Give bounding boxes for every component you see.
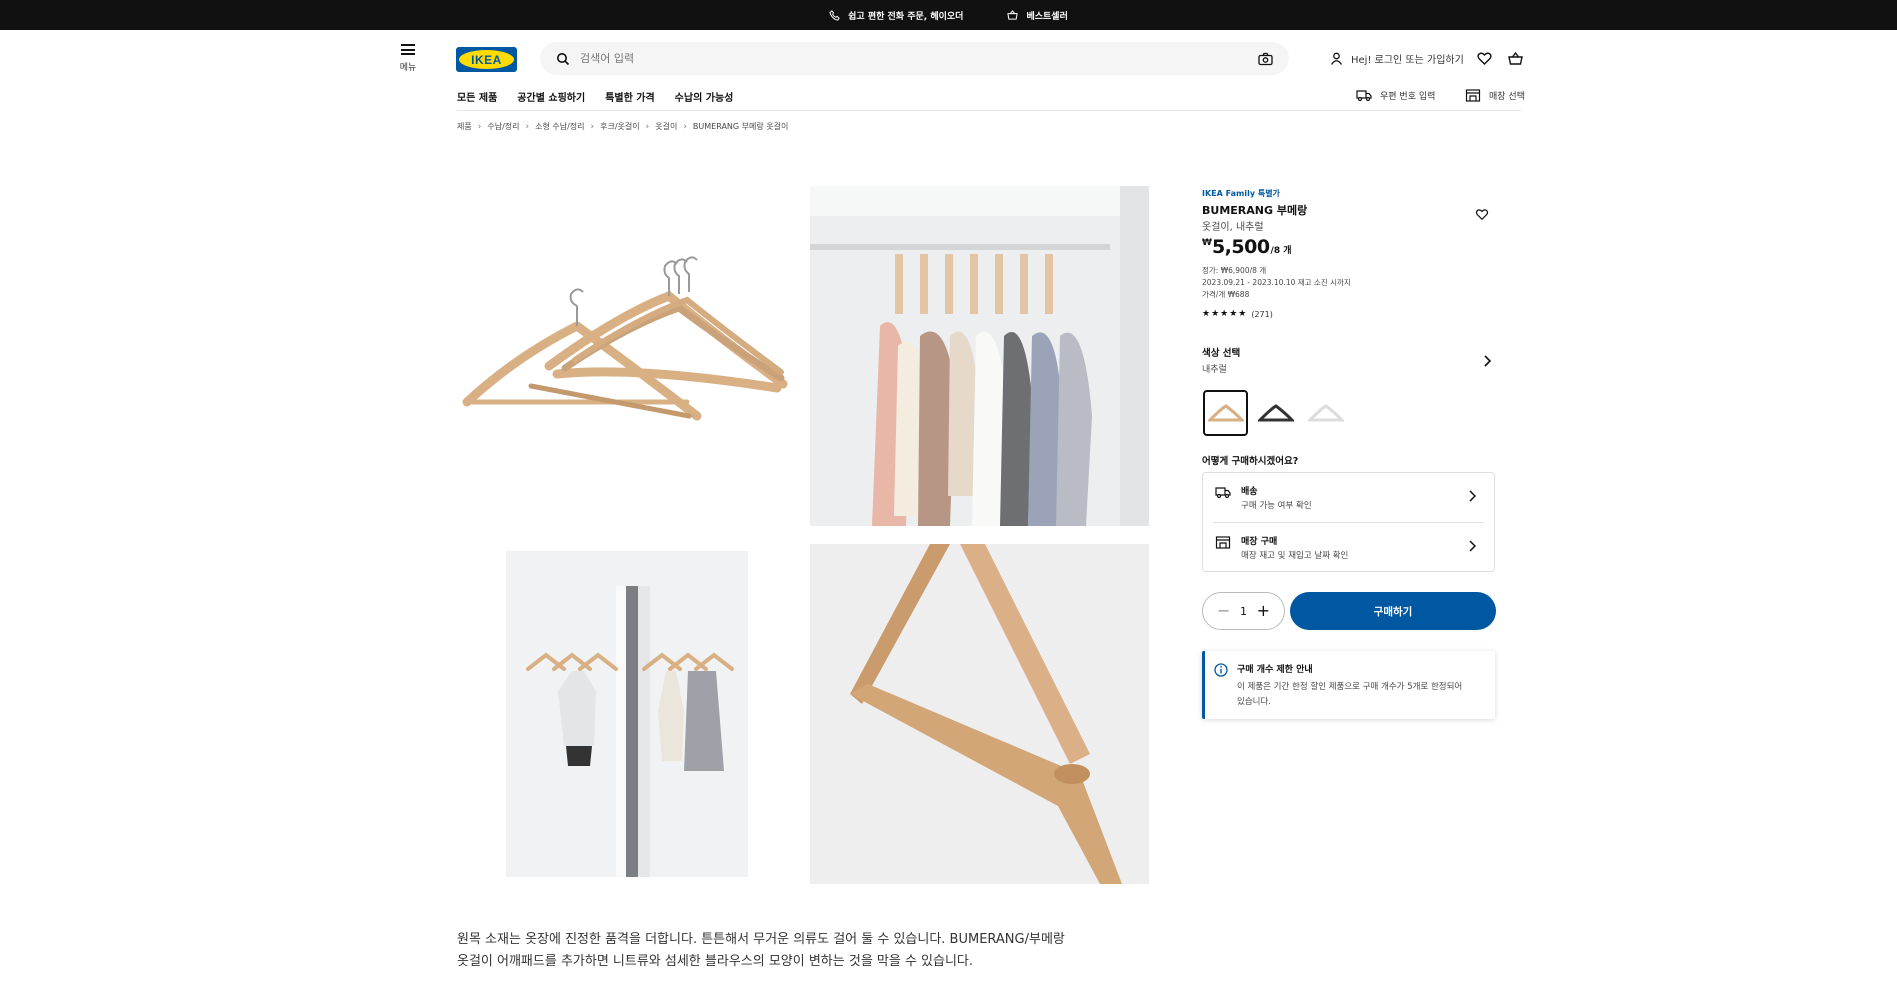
cart-icon[interactable] — [1508, 51, 1523, 66]
chevron-right-icon: › — [525, 121, 530, 132]
heart-icon[interactable] — [1475, 208, 1489, 221]
notice-body: 이 제품은 기간 한정 할인 제품으로 구매 개수가 5개로 한정되어 있습니다… — [1237, 682, 1463, 707]
camera-icon[interactable] — [1258, 52, 1273, 66]
breadcrumb-item[interactable]: 수납/정리 — [487, 121, 519, 132]
chevron-right-icon: › — [645, 121, 650, 132]
user-icon — [1330, 52, 1343, 65]
search-bar[interactable] — [540, 42, 1289, 75]
chevron-right-icon — [1469, 490, 1476, 502]
zip-code-label: 우편 번호 입력 — [1380, 91, 1436, 102]
menu-button[interactable]: 메뉴 — [396, 44, 420, 73]
buy-button[interactable]: 구매하기 — [1290, 592, 1496, 630]
store-purchase-title: 매장 구매 — [1241, 537, 1278, 547]
price-unit: /8 개 — [1270, 246, 1292, 256]
color-swatch-white[interactable] — [1303, 390, 1348, 436]
promo-bestseller-label: 베스트셀러 — [1026, 11, 1068, 22]
store-icon — [1215, 536, 1231, 549]
breadcrumb-item[interactable]: 소형 수납/정리 — [535, 121, 584, 132]
nav-all-products[interactable]: 모든 제품 — [457, 89, 497, 104]
store-purchase-option[interactable]: 매장 구매 매장 재고 및 재입고 날짜 확인 — [1203, 523, 1494, 572]
notice-title: 구매 개수 제한 안내 — [1237, 665, 1313, 675]
delivery-option[interactable]: 배송 구매 가능 여부 확인 — [1203, 473, 1494, 522]
delivery-subtitle: 구매 가능 여부 확인 — [1241, 501, 1312, 511]
nav-storage[interactable]: 수납의 가능성 — [675, 89, 734, 104]
nav-special-price[interactable]: 특별한 가격 — [605, 89, 654, 104]
product-description: 옷걸이, 내추럴 — [1202, 222, 1264, 233]
menu-label: 메뉴 — [399, 63, 417, 73]
account-label: Hej! 로그인 또는 가입하기 — [1351, 55, 1464, 66]
nav-shop-by-room[interactable]: 공간별 쇼핑하기 — [517, 89, 585, 104]
zip-code-button[interactable]: 우편 번호 입력 — [1356, 88, 1435, 102]
product-price: ₩ 5,500 /8 개 — [1202, 236, 1292, 258]
regular-price: 정가: ₩6,900/8 개 — [1202, 266, 1267, 275]
color-swatch-natural[interactable] — [1203, 390, 1248, 436]
main-nav: 모든 제품 공간별 쇼핑하기 특별한 가격 수납의 가능성 — [457, 89, 733, 104]
product-image-main[interactable] — [457, 256, 793, 456]
store-select-button[interactable]: 매장 선택 — [1465, 88, 1525, 102]
color-swatch-black[interactable] — [1253, 390, 1298, 436]
hamburger-icon — [401, 44, 415, 55]
store-select-label: 매장 선택 — [1489, 91, 1525, 102]
chevron-right-icon[interactable] — [1483, 355, 1492, 367]
purchase-limit-notice: 구매 개수 제한 안내 이 제품은 기간 한정 할인 제품으로 구매 개수가 5… — [1202, 651, 1495, 719]
chevron-right-icon: › — [477, 121, 482, 132]
sale-period: 2023.09.21 - 2023.10.10 재고 소진 시까지 — [1202, 278, 1351, 287]
color-select-value: 내추럴 — [1202, 365, 1227, 375]
chevron-right-icon — [1469, 540, 1476, 552]
heart-icon[interactable] — [1477, 51, 1492, 66]
star-icons: ★★★★★ — [1202, 309, 1248, 319]
quantity-stepper: − 1 + — [1202, 592, 1285, 630]
increase-quantity-button[interactable]: + — [1257, 603, 1270, 619]
header-divider — [457, 110, 1521, 111]
product-image-closet[interactable] — [810, 186, 1149, 526]
promo-bar: 쉽고 편한 전화 주문, 헤이오더 베스트셀러 — [0, 0, 1897, 30]
rating[interactable]: ★★★★★ (271) — [1202, 309, 1273, 319]
promo-phone-order[interactable]: 쉽고 편한 전화 주문, 헤이오더 — [829, 9, 963, 22]
review-count: (271) — [1251, 309, 1273, 319]
purchase-options: 배송 구매 가능 여부 확인 매장 구매 매장 재고 및 재입고 날짜 확인 — [1202, 472, 1495, 572]
breadcrumb-item[interactable]: 후크/옷걸이 — [600, 121, 640, 132]
account-link[interactable]: Hej! 로그인 또는 가입하기 — [1330, 51, 1464, 66]
product-image-door[interactable] — [506, 551, 748, 877]
quantity-value[interactable]: 1 — [1240, 605, 1247, 618]
ikea-logo[interactable]: IKEA — [456, 47, 517, 72]
price-value: 5,500 — [1211, 236, 1270, 258]
search-icon — [557, 52, 570, 65]
truck-icon — [1215, 487, 1231, 499]
truck-icon — [1356, 90, 1372, 102]
price-currency: ₩ — [1202, 238, 1212, 248]
store-purchase-subtitle: 매장 재고 및 재입고 날짜 확인 — [1241, 551, 1349, 561]
store-icon — [1465, 89, 1481, 102]
breadcrumb-current: BUMERANG 부메랑 옷걸이 — [692, 122, 789, 131]
family-price-label: IKEA Family 특별가 — [1202, 189, 1280, 198]
unit-price: 가격/개 ₩688 — [1202, 290, 1250, 299]
promo-phone-label: 쉽고 편한 전화 주문, 헤이오더 — [848, 11, 964, 22]
chevron-right-icon: › — [590, 121, 595, 132]
product-image-detail[interactable] — [810, 544, 1149, 884]
phone-icon — [829, 9, 840, 21]
delivery-title: 배송 — [1241, 487, 1258, 497]
info-icon — [1214, 663, 1228, 677]
breadcrumb: 제품 › 수납/정리 › 소형 수납/정리 › 후크/옷걸이 › 옷걸이 › BUMERA… — [457, 121, 788, 132]
basket-icon — [1007, 9, 1019, 20]
breadcrumb-item[interactable]: 옷걸이 — [655, 121, 677, 132]
color-select-title[interactable]: 색상 선택 — [1202, 345, 1240, 359]
search-input[interactable] — [580, 52, 1258, 65]
promo-bestseller[interactable]: 베스트셀러 — [1007, 9, 1068, 22]
logo-text: IKEA — [471, 52, 502, 67]
product-long-description: 원목 소재는 옷장에 진정한 품격을 더합니다. 튼튼해서 무거운 의류도 걸어… — [457, 932, 1065, 969]
breadcrumb-item[interactable]: 제품 — [457, 121, 472, 132]
product-name: BUMERANG 부메랑 — [1202, 204, 1308, 217]
decrease-quantity-button[interactable]: − — [1217, 603, 1230, 619]
chevron-right-icon: › — [683, 121, 687, 132]
purchase-method-title: 어떻게 구매하시겠어요? — [1202, 456, 1299, 467]
